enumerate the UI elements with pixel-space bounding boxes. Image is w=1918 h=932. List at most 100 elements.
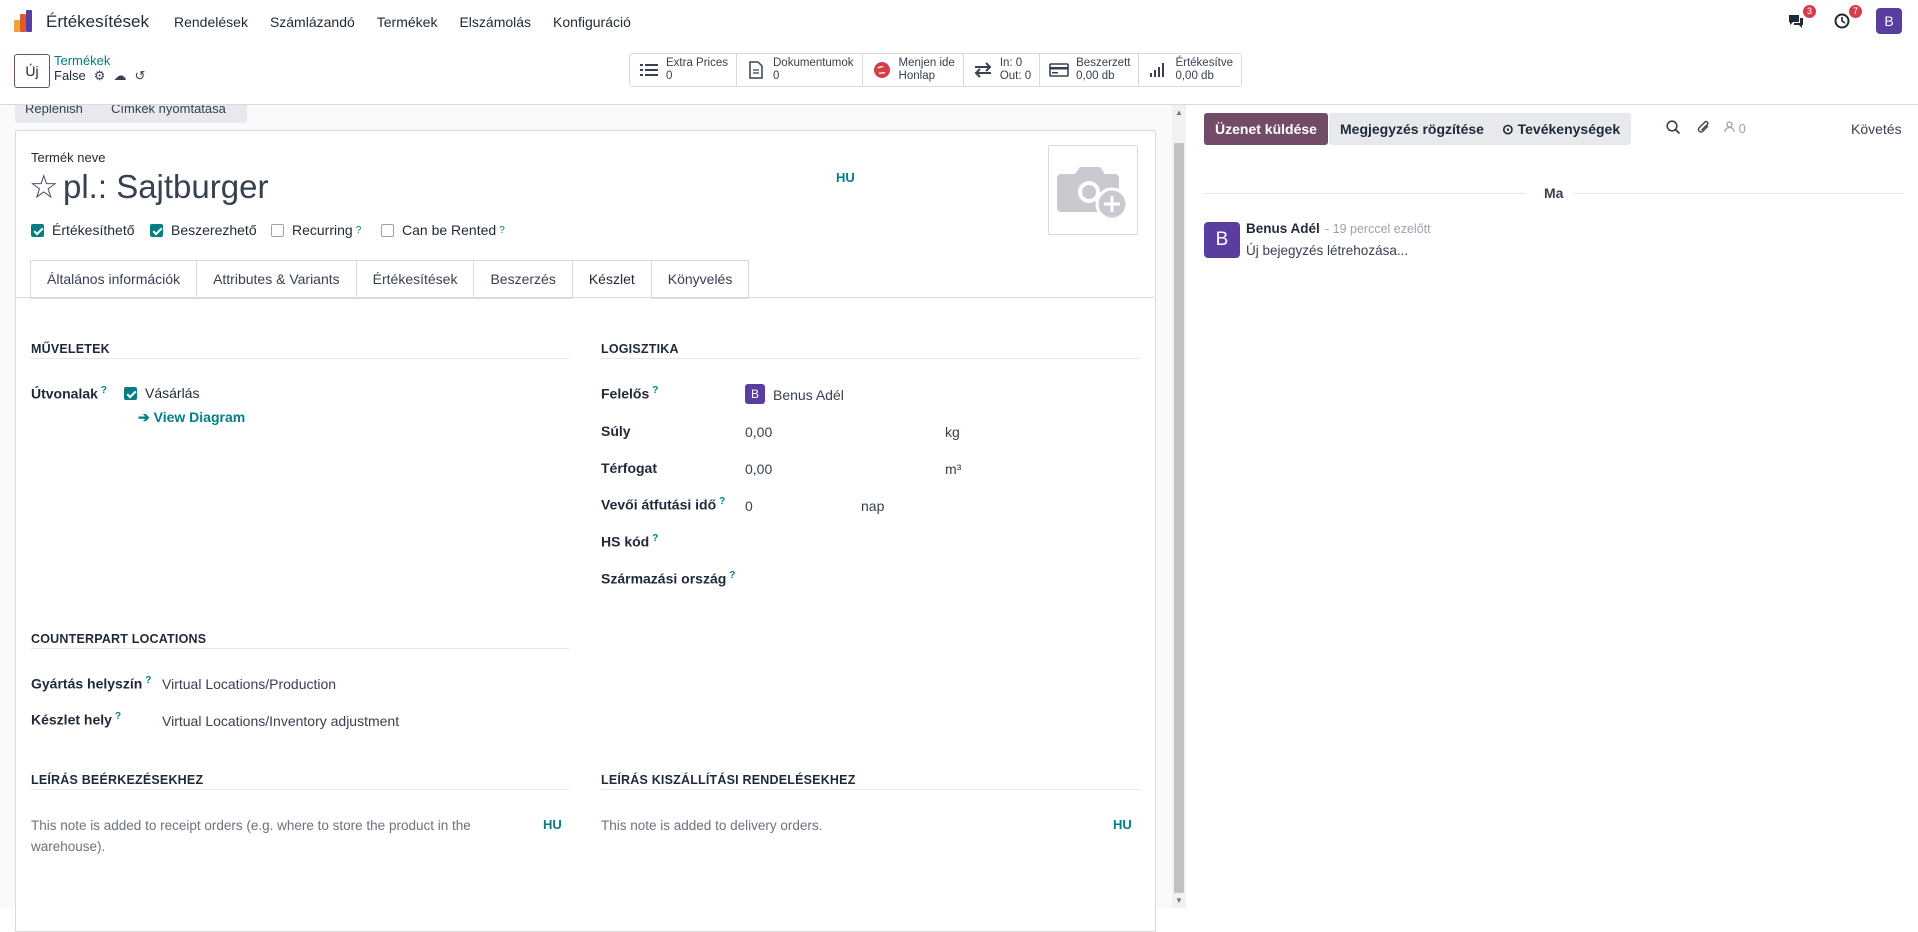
stat-documents[interactable]: Dokumentumok 0 bbox=[737, 54, 863, 86]
app-name[interactable]: Értékesítések bbox=[46, 12, 149, 32]
volume-label: Térfogat bbox=[601, 460, 657, 476]
tab-general-information[interactable]: Általános információk bbox=[30, 260, 197, 299]
help-tooltip-icon[interactable]: ? bbox=[719, 496, 725, 507]
stat-in-out[interactable]: In: 0 Out: 0 bbox=[964, 54, 1041, 86]
favorite-star-icon[interactable]: ☆ bbox=[29, 170, 59, 204]
stat-website[interactable]: Menjen ide Honlap bbox=[863, 54, 964, 86]
send-message-button[interactable]: Üzenet küldése bbox=[1204, 113, 1328, 145]
transfer-icon bbox=[972, 59, 994, 81]
user-avatar[interactable]: B bbox=[1876, 8, 1902, 34]
paperclip-icon[interactable] bbox=[1696, 120, 1711, 139]
customer-lead-time-field[interactable]: 0 bbox=[745, 498, 753, 514]
help-tooltip-icon[interactable]: ? bbox=[101, 385, 107, 396]
activities-clock-icon[interactable]: 7 bbox=[1830, 5, 1862, 33]
help-tooltip-icon[interactable]: ? bbox=[652, 385, 658, 396]
receipt-translate-button[interactable]: HU bbox=[543, 817, 562, 832]
responsible-field[interactable]: Benus Adél bbox=[773, 387, 844, 403]
menu-item-orders[interactable]: Rendelések bbox=[174, 14, 248, 30]
followers-button[interactable]: 0 bbox=[1724, 121, 1746, 136]
scroll-down-arrow-icon[interactable]: ▼ bbox=[1174, 896, 1184, 906]
view-diagram-link[interactable]: ➔ View Diagram bbox=[138, 409, 245, 426]
replenish-button[interactable]: Replenish bbox=[15, 105, 111, 123]
receipt-note-textarea[interactable]: This note is added to receipt orders (e.… bbox=[31, 815, 511, 857]
stat-purchased-value: 0,00 db bbox=[1076, 70, 1115, 82]
sale-ok-checkbox[interactable]: Értékesíthető bbox=[31, 222, 135, 238]
volume-field[interactable]: 0,00 bbox=[745, 461, 772, 477]
tab-sales[interactable]: Értékesítések bbox=[355, 260, 474, 299]
menu-item-to-invoice[interactable]: Számlázandó bbox=[270, 14, 355, 30]
day-divider-label: Ma bbox=[1544, 185, 1564, 201]
stat-website-value: Honlap bbox=[898, 70, 935, 82]
smart-buttons: Extra Prices 0 Dokumentumok 0 Menjen ide Ho… bbox=[629, 53, 1242, 87]
follow-button[interactable]: Követés bbox=[1851, 121, 1902, 137]
messages-badge: 3 bbox=[1802, 5, 1816, 18]
rent-ok-checkbox[interactable]: Can be Rented ? bbox=[381, 222, 505, 238]
purchase-ok-checkbox[interactable]: Beszerezhető bbox=[150, 222, 257, 238]
new-button[interactable]: Új bbox=[14, 54, 50, 88]
stat-sold[interactable]: Értékesítve 0,00 db bbox=[1139, 54, 1241, 86]
discard-undo-icon[interactable]: ↺ bbox=[134, 68, 145, 84]
checkbox-checked[interactable] bbox=[31, 223, 44, 237]
document-icon bbox=[745, 59, 767, 81]
cloud-save-icon[interactable]: ☁ bbox=[113, 68, 126, 84]
name-translate-button[interactable]: HU bbox=[836, 170, 855, 185]
stat-extra-prices-value: 0 bbox=[666, 70, 673, 82]
weight-unit: kg bbox=[945, 424, 960, 440]
help-tooltip-icon[interactable]: ? bbox=[145, 675, 151, 686]
scroll-up-arrow-icon[interactable]: ▲ bbox=[1174, 108, 1184, 118]
tab-accounting[interactable]: Könyvelés bbox=[650, 260, 750, 299]
help-tooltip-icon[interactable]: ? bbox=[499, 225, 505, 236]
stat-out-label: Out: 0 bbox=[999, 70, 1032, 82]
recurring-checkbox[interactable]: Recurring ? bbox=[271, 222, 361, 238]
message-author[interactable]: Benus Adél bbox=[1246, 221, 1320, 236]
print-labels-button[interactable]: Címkék nyomtatása bbox=[101, 105, 247, 123]
product-image-upload[interactable] bbox=[1048, 145, 1138, 235]
stat-extra-prices-label: Extra Prices bbox=[666, 57, 728, 69]
help-tooltip-icon[interactable]: ? bbox=[115, 711, 121, 722]
purchase-ok-label: Beszerezhető bbox=[171, 222, 257, 238]
delivery-translate-button[interactable]: HU bbox=[1113, 817, 1132, 832]
responsible-label: Felelős? bbox=[601, 385, 659, 402]
list-icon bbox=[638, 59, 660, 81]
production-location-field[interactable]: Virtual Locations/Production bbox=[162, 676, 336, 692]
receipt-description-title: Leírás beérkezésekhez bbox=[31, 773, 204, 787]
delivery-note-textarea[interactable]: This note is added to delivery orders. bbox=[601, 815, 822, 836]
hs-code-label: HS kód? bbox=[601, 533, 659, 550]
section-divider bbox=[601, 358, 1139, 359]
menu-item-products[interactable]: Termékek bbox=[377, 14, 438, 30]
volume-unit: m³ bbox=[945, 461, 962, 477]
tab-inventory[interactable]: Készlet bbox=[571, 260, 651, 299]
checkbox-unchecked[interactable] bbox=[271, 223, 284, 237]
search-icon[interactable] bbox=[1666, 120, 1681, 139]
breadcrumb-parent-link[interactable]: Termékek bbox=[54, 53, 145, 68]
stat-extra-prices[interactable]: Extra Prices 0 bbox=[630, 54, 737, 86]
form-scrollbar-thumb[interactable] bbox=[1174, 143, 1184, 893]
weight-label: Súly bbox=[601, 423, 631, 439]
gear-icon[interactable]: ⚙ bbox=[94, 68, 106, 84]
route-buy-label: Vásárlás bbox=[145, 385, 200, 401]
checkbox-checked[interactable] bbox=[150, 223, 163, 237]
weight-field[interactable]: 0,00 bbox=[745, 424, 772, 440]
tab-purchase[interactable]: Beszerzés bbox=[473, 260, 572, 299]
help-tooltip-icon[interactable]: ? bbox=[356, 225, 362, 236]
menu-item-configuration[interactable]: Konfiguráció bbox=[553, 14, 631, 30]
tab-attributes-variants[interactable]: Attributes & Variants bbox=[196, 260, 356, 299]
arrow-right-icon: ➔ bbox=[138, 409, 150, 425]
app-logo-icon[interactable] bbox=[12, 10, 36, 34]
activities-button[interactable]: ⊙ Tevékenységek bbox=[1491, 113, 1632, 145]
stat-website-label: Menjen ide bbox=[898, 57, 955, 69]
message-author-avatar[interactable]: B bbox=[1204, 222, 1240, 258]
inventory-location-field[interactable]: Virtual Locations/Inventory adjustment bbox=[162, 713, 399, 729]
menu-item-reporting[interactable]: Elszámolás bbox=[459, 14, 531, 30]
help-tooltip-icon[interactable]: ? bbox=[652, 533, 658, 544]
log-note-button[interactable]: Megjegyzés rögzítése bbox=[1329, 113, 1495, 145]
route-buy-checkbox[interactable]: Vásárlás bbox=[124, 385, 199, 401]
help-tooltip-icon[interactable]: ? bbox=[729, 570, 735, 581]
stat-purchased[interactable]: Beszerzett 0,00 db bbox=[1040, 54, 1140, 86]
checkbox-unchecked[interactable] bbox=[381, 223, 394, 237]
checkbox-checked[interactable] bbox=[124, 386, 137, 400]
stat-purchased-label: Beszerzett bbox=[1076, 57, 1131, 69]
product-name-label: Termék neve bbox=[31, 150, 106, 165]
messages-icon[interactable]: 3 bbox=[1784, 5, 1816, 33]
product-name-input[interactable]: pl.: Sajtburger bbox=[63, 168, 268, 206]
